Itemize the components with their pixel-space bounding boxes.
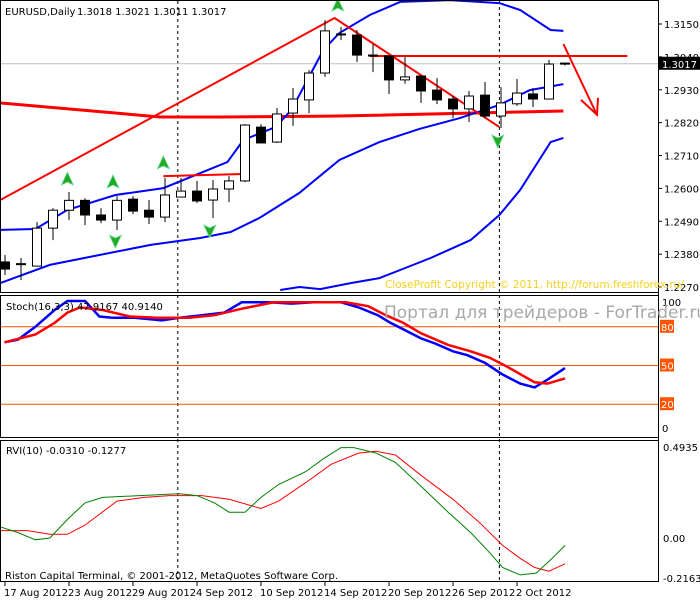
rvi-axis-label: 0.00 — [663, 534, 685, 545]
rvi-axis-label: -0.2163 — [663, 574, 700, 585]
date-tick-label: 20 Sep 2012 — [388, 588, 451, 599]
candle-body-bear — [480, 94, 490, 117]
stoch-level-label: 80 — [661, 323, 674, 334]
price-tick-label: 1.2820 — [664, 119, 699, 130]
stoch-level-label: 50 — [661, 362, 674, 373]
candle-body-bear — [448, 98, 458, 110]
stoch-level-label: 20 — [661, 400, 674, 411]
price-tick-label: 1.2710 — [664, 152, 699, 163]
candle-body-bear — [256, 126, 266, 144]
price-tick-label: 1.2380 — [664, 250, 699, 261]
candle-body-bear — [80, 199, 90, 216]
candle-body-bull — [176, 190, 186, 198]
candle-body-bear — [352, 34, 362, 56]
candle-body-bull — [208, 188, 218, 201]
rvi-axis-label: 0.4935 — [663, 443, 698, 454]
candle-body-bull — [48, 209, 58, 229]
candle-body-bull — [496, 102, 506, 117]
candle-body-bear — [432, 89, 442, 101]
ohlc-readout: 1.3018 1.3021 1.3011 1.3017 — [77, 7, 227, 18]
candle-body-bull — [320, 30, 330, 74]
stoch-axis-label: 0 — [662, 424, 668, 435]
date-tick-label: 26 Sep 2012 — [452, 588, 515, 599]
stoch-label: Stoch(16,3,3) 47.9167 40.9140 — [6, 302, 163, 313]
candle-body-bull — [64, 199, 74, 211]
candle-body-bull — [288, 98, 298, 114]
date-tick-label: 23 Aug 2012 — [68, 588, 132, 599]
symbol-title: EURUSD,Daily — [5, 7, 76, 18]
date-tick-label: 14 Sep 2012 — [324, 588, 387, 599]
candle-body-bear — [128, 198, 138, 212]
candle-body-bull — [400, 76, 410, 81]
terminal-copyright: Riston Capital Terminal, © 2001-2012, Me… — [5, 571, 338, 582]
candle-body-bear — [144, 209, 154, 218]
price-tick-label: 1.2600 — [664, 184, 699, 195]
candle-body-bull — [240, 124, 250, 182]
metatrader-chart[interactable]: 1.31501.30401.29301.28201.27101.26001.24… — [0, 0, 700, 600]
candle-body-bull — [512, 92, 522, 105]
date-tick-label: 29 Aug 2012 — [132, 588, 196, 599]
candle-body-bear — [528, 93, 538, 100]
indicator-copyright-watermark: CloseProfit Copyright © 2011, http://for… — [385, 279, 684, 291]
candle-body-bull — [544, 63, 554, 100]
price-tick-label: 1.2930 — [664, 86, 699, 97]
candle-body-bear — [384, 55, 394, 81]
rvi-label: RVI(10) -0.0310 -0.1277 — [6, 446, 126, 457]
candle[interactable] — [128, 196, 138, 215]
current-price-label: 1.3017 — [662, 60, 697, 71]
candle-body-bear — [96, 214, 106, 221]
candle[interactable] — [256, 124, 266, 144]
candle-body-bull — [160, 194, 170, 218]
date-tick-label: 17 Aug 2012 — [4, 588, 68, 599]
candle[interactable] — [32, 222, 42, 267]
candle-body-bear — [192, 190, 202, 202]
price-tick-label: 1.2490 — [664, 217, 699, 228]
candle-body-bull — [304, 72, 314, 101]
price-tick-label: 1.3150 — [664, 20, 699, 31]
candle-body-bull — [272, 113, 282, 143]
candle-body-bull — [464, 95, 474, 110]
candle-body-bull — [32, 227, 42, 267]
candle-body-bear — [416, 75, 426, 92]
date-tick-label: 4 Sep 2012 — [196, 588, 253, 599]
candle-body-bear — [1, 261, 10, 270]
candle[interactable] — [544, 59, 554, 100]
candle[interactable] — [240, 124, 250, 183]
candle-body-bull — [224, 180, 234, 190]
date-tick-label: 10 Sep 2012 — [260, 588, 323, 599]
portal-watermark: Портал для трейдеров - ForTrader.ru — [384, 303, 700, 323]
candle-body-bull — [112, 199, 122, 221]
date-tick-label: 2 Oct 2012 — [516, 588, 571, 599]
